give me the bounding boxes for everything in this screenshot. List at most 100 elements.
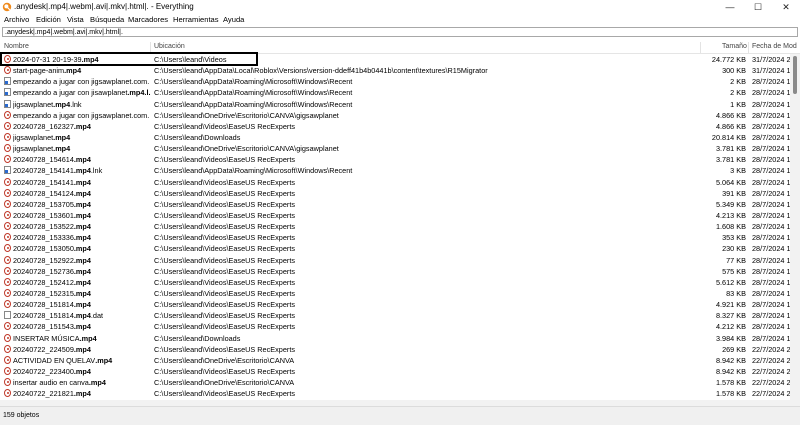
scrollbar-thumb[interactable] [793,56,797,94]
menu-ayuda[interactable]: Ayuda [223,15,244,24]
file-name-base: 20240728_152736 [13,266,74,276]
file-name-base: 20240728_154141 [13,177,74,187]
table-row[interactable]: 20240728_154141.mp4.lnk C:\Users\leand\Ap… [0,165,790,176]
file-name-base: insertar audio en canva [13,378,89,388]
table-row[interactable]: 20240728_153522.mp4 C:\Users\leand\Videos… [0,221,790,232]
table-row[interactable]: 20240728_154124.mp4 C:\Users\leand\Videos… [0,188,790,199]
video-icon [4,233,11,242]
table-row[interactable]: 20240728_151814.mp4 C:\Users\leand\Videos… [0,299,790,310]
table-row[interactable]: jigsawplanet.mp4.lnk C:\Users\leand\AppDa… [0,99,790,110]
file-name-match: .mp4 [73,166,91,176]
file-path: C:\Users\leand\AppData\Roaming\Microsoft… [154,88,353,98]
column-header-name[interactable]: Nombre [4,43,29,50]
file-name-base: empezando a jugar con jisawplanet [13,88,128,98]
table-row[interactable]: empezando a jugar con jigsawplanet.com. C… [0,76,790,87]
table-row[interactable]: 20240728_153050.mp4 C:\Users\leand\Videos… [0,243,790,254]
file-size: 24.772 KB [711,55,746,64]
file-path: C:\Users\leand\Videos\EaseUS RecExperts [154,199,296,209]
file-name-base: empezando a jugar con jigsawplanet.com. [13,110,150,120]
file-name-base: 20240728_153050 [13,244,74,254]
table-row[interactable]: 2024-07-31 20-19-39.mp4 C:\Users\leand\Vi… [0,54,790,65]
file-name-match: .mp4 [64,66,82,76]
video-icon [4,210,11,219]
menu-archivo[interactable]: Archivo [4,15,29,24]
file-name-base: jigsawplanet [13,144,54,154]
column-divider[interactable] [748,42,749,53]
title-bar: .anydesk|.mp4|.webm|.avi|.mkv|.html|. - … [0,0,800,14]
file-date: 28/7/2024 16 [752,144,790,154]
file-name: 20240728_153522.mp4 [13,221,151,232]
file-name-match: .mp4 [73,155,91,165]
menu-busqueda[interactable]: Búsqueda [90,15,124,24]
menu-herramientas[interactable]: Herramientas [173,15,219,24]
table-row[interactable]: insertar audio en canva.mp4 C:\Users\lean… [0,377,790,388]
file-name: 20240728_153336.mp4 [13,232,151,243]
table-row[interactable]: 20240728_153336.mp4 C:\Users\leand\Videos… [0,232,790,243]
search-input[interactable]: .anydesk|.mp4|.webm|.avi|.mkv|.html|. [2,27,798,37]
file-name-base: 20240722_223400 [13,366,74,376]
table-row[interactable]: 20240722_224509.mp4 C:\Users\leand\Videos… [0,344,790,355]
table-row[interactable]: jigsawplanet.mp4 C:\Users\leand\OneDrive\… [0,143,790,154]
video-icon [4,355,11,364]
file-name: INSERTAR MÚSICA.mp4 [13,333,151,344]
file-date: 28/7/2024 15 [752,244,790,254]
table-row[interactable]: 20240728_151814.mp4.dat C:\Users\leand\Vi… [0,310,790,321]
file-name: 20240728_151543.mp4 [13,321,151,332]
table-row[interactable]: 20240722_223400.mp4 C:\Users\leand\Videos… [0,366,790,377]
column-header-size[interactable]: Tamaño [722,43,747,50]
file-date: 28/7/2024 16 [752,99,790,109]
column-divider[interactable] [150,42,151,53]
file-date: 28/7/2024 15 [752,177,790,187]
file-date: 28/7/2024 15 [752,266,790,276]
file-path: C:\Users\leand\Videos\EaseUS RecExperts [154,177,296,187]
table-row[interactable]: jigsawplanet.mp4 C:\Users\leand\Downloads… [0,132,790,143]
file-name-base: jigsawplanet [13,132,54,142]
file-date: 28/7/2024 15 [752,300,790,310]
table-row[interactable]: start-page-anim.mp4 C:\Users\leand\AppDat… [0,65,790,76]
table-row[interactable]: empezando a jugar con jisawplanet.mp4.l.… [0,87,790,98]
file-path: C:\Users\leand\Videos\EaseUS RecExperts [154,210,296,220]
table-row[interactable]: 20240728_153601.mp4 C:\Users\leand\Videos… [0,210,790,221]
file-path: C:\Users\leand\Videos\EaseUS RecExperts [154,155,296,165]
table-row[interactable]: 20240728_153705.mp4 C:\Users\leand\Videos… [0,199,790,210]
menu-vista[interactable]: Vista [67,15,84,24]
vertical-scrollbar[interactable] [790,54,800,400]
table-row[interactable]: ACTIVIDAD EN QUELAV.mp4 C:\Users\leand\On… [0,355,790,366]
minimize-button[interactable]: — [716,0,744,14]
window-title: .anydesk|.mp4|.webm|.avi|.mkv|.html|. - … [14,2,194,11]
object-count: 159 objetos [3,412,40,419]
file-name: jigsawplanet.mp4 [13,143,151,154]
video-icon [4,55,11,63]
close-button[interactable]: ✕ [772,0,800,14]
file-date: 22/7/2024 22 [752,366,790,376]
file-path: C:\Users\leand\Videos\EaseUS RecExperts [154,222,296,232]
table-row[interactable]: empezando a jugar con jigsawplanet.com. C… [0,110,790,121]
table-row[interactable]: 20240728_152736.mp4 C:\Users\leand\Videos… [0,266,790,277]
table-row[interactable]: 20240728_154614.mp4 C:\Users\leand\Videos… [0,154,790,165]
table-row[interactable]: 20240728_152412.mp4 C:\Users\leand\Videos… [0,277,790,288]
table-row[interactable]: 20240728_162327.mp4 C:\Users\leand\Videos… [0,121,790,132]
file-date: 31/7/2024 19 [752,66,790,76]
video-icon [4,244,11,253]
file-name-base: empezando a jugar con jigsawplanet.com. [13,77,150,87]
file-name-match: .mp4 [73,222,91,232]
file-size: 1.578 KB [715,378,746,388]
file-name: 20240728_162327.mp4 [13,121,151,132]
video-icon [4,155,11,164]
everything-app-icon [2,2,12,12]
table-row[interactable]: INSERTAR MÚSICA.mp4 C:\Users\leand\Downlo… [0,333,790,344]
table-row[interactable]: 20240728_152922.mp4 C:\Users\leand\Videos… [0,255,790,266]
table-row[interactable]: 20240722_221821.mp4 C:\Users\leand\Videos… [0,388,790,399]
column-divider[interactable] [700,42,701,53]
menu-marcadores[interactable]: Marcadores [128,15,168,24]
file-size: 269 KB [722,344,746,354]
table-row[interactable]: 20240728_152315.mp4 C:\Users\leand\Videos… [0,288,790,299]
menu-edicion[interactable]: Edición [36,15,61,24]
table-row[interactable]: 20240728_151543.mp4 C:\Users\leand\Videos… [0,321,790,332]
table-row[interactable]: 20240728_154141.mp4 C:\Users\leand\Videos… [0,177,790,188]
file-name-match: .mp4 [73,255,91,265]
file-name-base: 20240728_151814 [13,300,74,310]
maximize-button[interactable]: ☐ [744,0,772,14]
column-header-date[interactable]: Fecha de Mod [752,43,797,50]
column-header-path[interactable]: Ubicación [154,43,185,50]
